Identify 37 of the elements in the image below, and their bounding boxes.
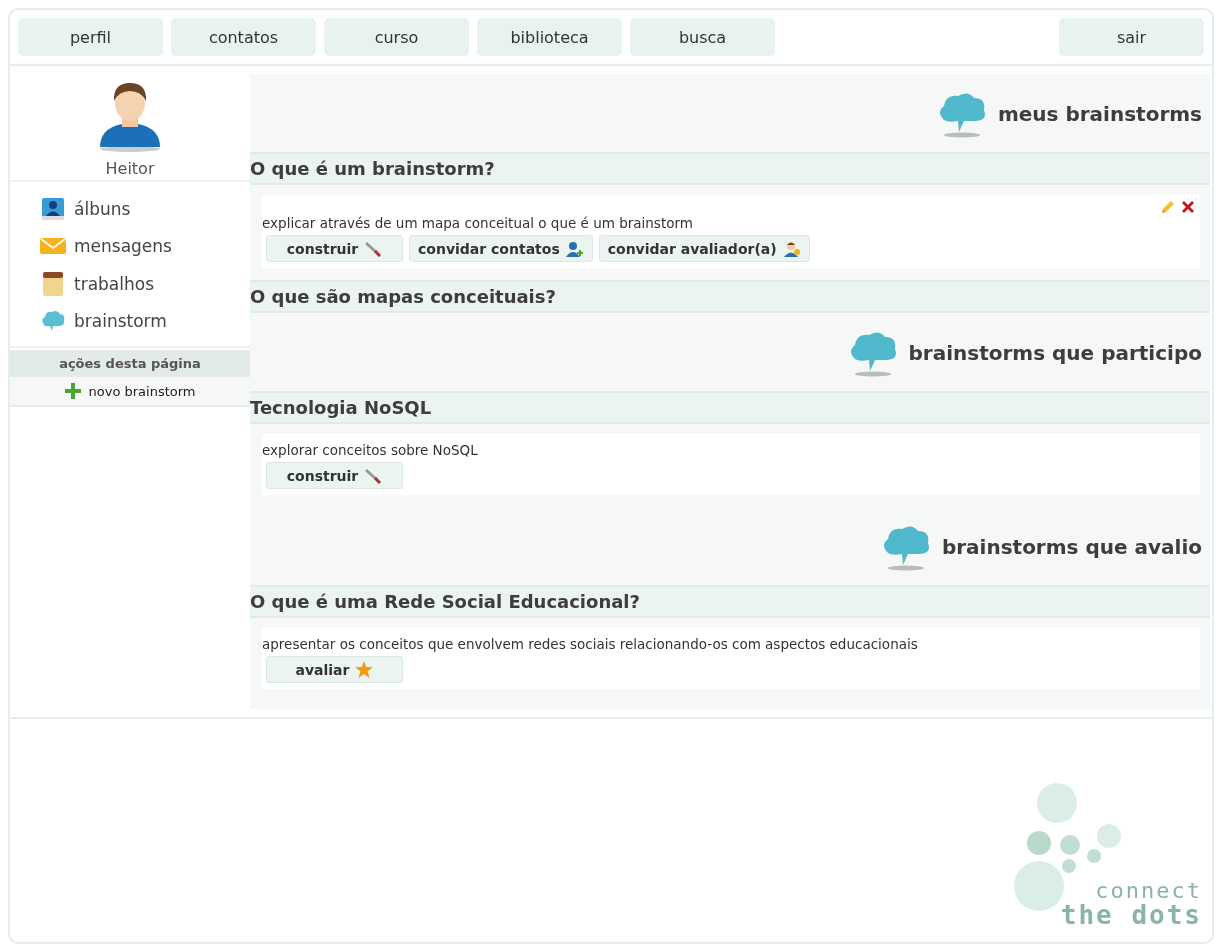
brainstorm-title[interactable]: O que é uma Rede Social Educacional? xyxy=(250,585,1210,618)
portrait-icon xyxy=(40,196,66,221)
section-title: brainstorms que avalio xyxy=(941,535,1202,559)
section-title: brainstorms que participo xyxy=(908,341,1202,365)
nav-tab[interactable]: biblioteca xyxy=(477,18,622,56)
sidebar-item[interactable]: álbuns xyxy=(40,190,250,228)
logout-button[interactable]: sair xyxy=(1059,18,1204,56)
envelope-icon xyxy=(40,236,66,257)
sidebar-item[interactable]: trabalhos xyxy=(40,265,250,303)
action-button[interactable]: construir xyxy=(266,235,403,262)
brainstorm-description: explorar conceitos sobre NoSQL xyxy=(262,442,479,460)
user-icon xyxy=(782,240,801,257)
action-button[interactable]: convidar avaliador(a) xyxy=(598,235,810,262)
action-button[interactable]: construir xyxy=(266,462,403,489)
sidebar-item[interactable]: mensagens xyxy=(40,227,250,265)
nav-tab[interactable]: busca xyxy=(630,18,775,56)
brainstorm-title[interactable]: O que são mapas conceituais? xyxy=(250,280,1210,313)
action-link[interactable]: novo brainstorm xyxy=(10,377,250,407)
nav-tab[interactable]: contatos xyxy=(171,18,316,56)
section-title: meus brainstorms xyxy=(997,102,1202,126)
plus-icon xyxy=(64,383,81,399)
delete-icon[interactable] xyxy=(1180,199,1196,215)
add-user-icon xyxy=(565,240,584,257)
nav-tab[interactable]: curso xyxy=(324,18,469,56)
nav-tab[interactable]: perfil xyxy=(18,18,163,56)
user-name: Heitor xyxy=(105,158,155,180)
action-button[interactable]: convidar contatos xyxy=(409,235,593,262)
brainstorm-description: explicar através de um mapa conceitual o que é um brainstorm xyxy=(262,215,694,233)
logo-drawing: connect the dots xyxy=(1012,778,1202,928)
sidebar-item[interactable]: brainstorm xyxy=(40,302,250,340)
action-button[interactable]: avaliar xyxy=(266,656,403,683)
star-icon xyxy=(355,661,374,678)
brainstorm-title[interactable]: Tecnologia NoSQL xyxy=(250,391,1210,424)
brainstorm-description: apresentar os conceitos que envolvem redes sociais relacionando-os com aspectos educacionais xyxy=(262,636,919,654)
brainstorm-title[interactable]: O que é um brainstorm? xyxy=(250,152,1210,185)
actions-heading: ações desta página xyxy=(10,350,250,377)
notebook-icon xyxy=(40,270,66,297)
